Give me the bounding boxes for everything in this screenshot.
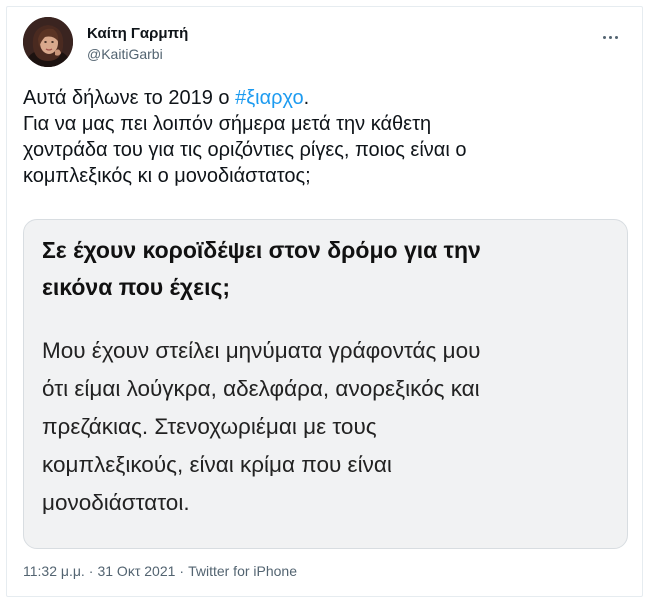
image-answer-line: Μου έχουν στείλει μηνύματα γράφοντάς μου [42,338,481,363]
tweet-date[interactable]: 31 Οκτ 2021 [97,563,175,579]
image-question-line: Σε έχουν κοροϊδέψει στον δρόμο για την [42,237,481,263]
tweet-text-line: χοντράδα του για τις οριζόντιες ρίγες, π… [23,139,467,161]
image-answer-line: ότι είμαι λούγκρα, αδελφάρα, ανορεξικός … [42,376,480,401]
attached-image[interactable]: Σε έχουν κοροϊδέψει στον δρόμο για την ε… [23,219,628,549]
tweet-text-line: κομπλεξικός κι ο μονοδιάστατος; [23,165,311,187]
user-names: Καίτη Γαρμπή @KaitiGarbi [87,25,188,63]
meta-separator: · [88,563,94,579]
avatar[interactable] [23,17,73,67]
image-answer-line: μονοδιάστατοι. [42,490,190,515]
more-horizontal-icon [602,35,606,39]
display-name[interactable]: Καίτη Γαρμπή [87,25,188,43]
user-handle[interactable]: @KaitiGarbi [87,45,188,63]
tweet-header: Καίτη Γαρμπή @KaitiGarbi [23,17,626,73]
image-answer-line: κομπλεξικούς, είναι κρίμα που είναι [42,452,392,477]
meta-separator: · [179,563,185,579]
tweet-meta: 11:32 μ.μ. · 31 Οκτ 2021 · Twitter for iPhon… [23,562,297,580]
image-answer: Μου έχουν στείλει μηνύματα γράφοντάς μου… [42,332,617,522]
tweet-text-line: Αυτά δήλωνε το 2019 ο #ξιαρχο. [23,85,623,111]
image-question-line: εικόνα που έχεις; [42,274,231,300]
tweet-source[interactable]: Twitter for iPhone [188,563,297,579]
tweet-text: Αυτά δήλωνε το 2019 ο #ξιαρχο. Για να μα… [23,85,623,189]
image-answer-line: πρεζάκιας. Στενοχωριέμαι με τους [42,414,377,439]
tweet-text-fragment: . [303,87,310,109]
image-question: Σε έχουν κοροϊδέψει στον δρόμο για την ε… [42,232,612,306]
tweet-text-line: Για να μας πει λοιπόν σήμερα μετά την κά… [23,113,432,135]
tweet-card: Καίτη Γαρμπή @KaitiGarbi Αυτά δήλωνε το … [6,6,643,597]
tweet-text-fragment: Αυτά δήλωνε το 2019 ο [23,87,236,109]
more-horizontal-icon-dot [608,35,612,39]
avatar-image [23,17,73,67]
more-options-button[interactable] [598,27,622,47]
more-horizontal-icon-dot [614,35,618,39]
tweet-time[interactable]: 11:32 μ.μ. [23,563,85,579]
hashtag-link[interactable]: #ξιαρχο [235,87,304,109]
